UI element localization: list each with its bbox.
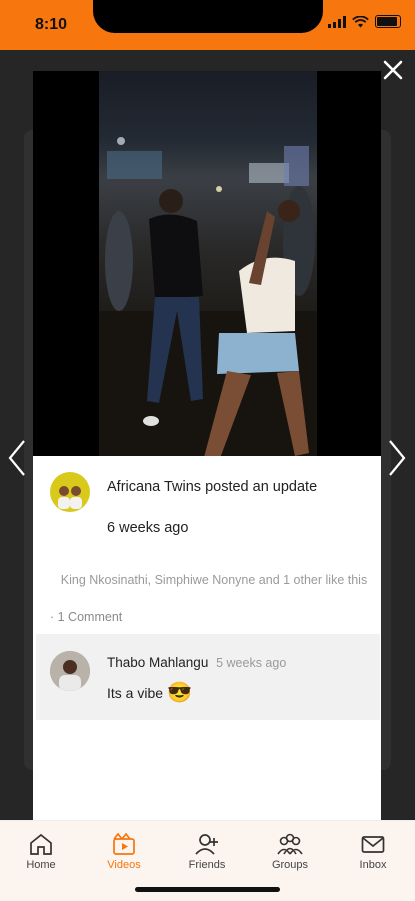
post-panel: Africana Twins posted an update 6 weeks … (33, 456, 381, 820)
comment-text: Its a vibe 😎 (107, 680, 192, 705)
tab-label: Home (26, 859, 56, 871)
likes-summary[interactable]: King Nkosinathi, Simphiwe Nonyne and 1 o… (47, 572, 381, 589)
dancing-people-image (99, 137, 317, 456)
tab-groups[interactable]: Groups (255, 833, 325, 871)
tab-label: Videos (107, 859, 141, 871)
status-icons (328, 15, 401, 28)
comment-header: Thabo Mahlangu 5 weeks ago (107, 655, 286, 670)
commenter-name[interactable]: Thabo Mahlangu (107, 655, 208, 670)
comment-item: Thabo Mahlangu 5 weeks ago Its a vibe 😎 (36, 634, 380, 720)
signal-icon (328, 15, 346, 28)
sunglasses-emoji-icon: 😎 (167, 682, 192, 704)
author-avatar[interactable] (50, 472, 90, 512)
video-thumbnail[interactable] (99, 71, 317, 456)
device-notch (93, 0, 323, 33)
post-action: posted an update (205, 479, 318, 495)
inbox-icon (361, 836, 385, 853)
comment-body: Its a vibe (107, 684, 164, 701)
home-indicator (135, 887, 280, 892)
post-headline: Africana Twins posted an update (107, 476, 347, 498)
comment-timestamp: 5 weeks ago (216, 656, 287, 670)
tab-friends[interactable]: Friends (172, 833, 242, 871)
tab-label: Friends (188, 859, 226, 871)
videos-icon (113, 833, 135, 855)
commenter-avatar[interactable] (50, 651, 90, 691)
tab-inbox[interactable]: Inbox (338, 833, 408, 871)
groups-icon (277, 833, 303, 855)
media-viewer[interactable] (33, 71, 381, 456)
wifi-icon (352, 15, 369, 27)
tab-videos[interactable]: Videos (89, 833, 159, 871)
home-icon (30, 833, 52, 855)
previous-arrow-icon[interactable] (5, 438, 29, 478)
comments-count-link[interactable]: · 1 Comment (50, 610, 122, 624)
battery-icon (375, 15, 401, 28)
next-arrow-icon[interactable] (385, 438, 409, 478)
bottom-tab-bar: Home Videos Friends Groups Inbox (0, 820, 415, 901)
close-icon[interactable] (381, 58, 405, 82)
avatar-image (58, 486, 82, 509)
post-timestamp: 6 weeks ago (107, 520, 189, 536)
tab-label: Inbox (359, 859, 387, 871)
avatar-image (50, 651, 90, 691)
tab-home[interactable]: Home (6, 833, 76, 871)
tab-label: Groups (271, 859, 309, 871)
status-time: 8:10 (35, 16, 68, 33)
add-friend-icon (195, 834, 218, 855)
author-name[interactable]: Africana Twins (107, 479, 201, 495)
status-bar: 8:10 (0, 0, 415, 50)
